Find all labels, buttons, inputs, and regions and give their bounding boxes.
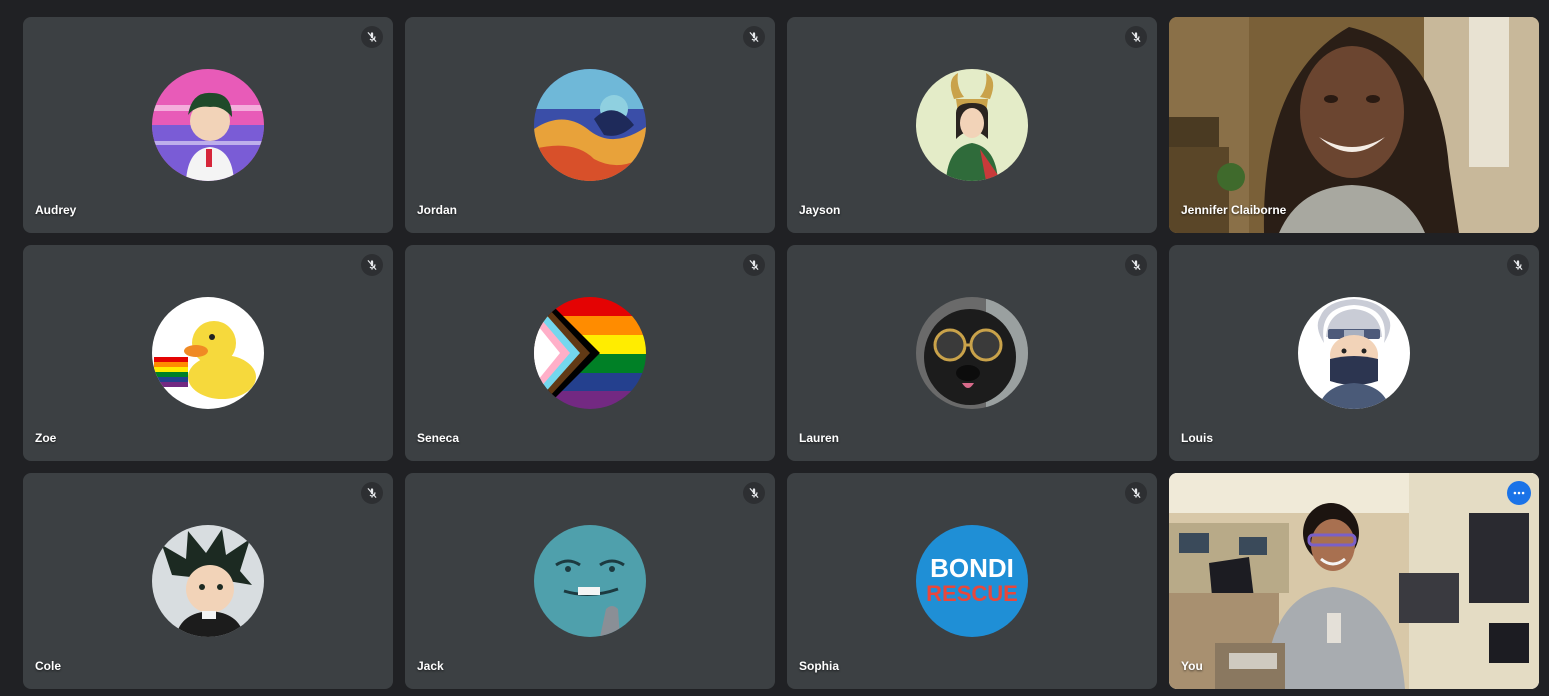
mic-off-icon xyxy=(361,482,383,504)
avatar xyxy=(152,69,264,181)
more-options-button[interactable] xyxy=(1507,481,1531,505)
more-horiz-icon xyxy=(1513,491,1525,495)
mic-off-icon xyxy=(361,26,383,48)
participant-name: Audrey xyxy=(35,203,77,217)
avatar xyxy=(534,69,646,181)
avatar xyxy=(152,297,264,409)
participant-tile-cole[interactable]: Cole xyxy=(23,473,393,689)
participant-name: You xyxy=(1181,659,1203,673)
participant-grid: Audrey Jordan Jayson Jennifer Claiborne … xyxy=(0,0,1549,696)
camera-feed xyxy=(1169,17,1539,233)
mic-off-icon xyxy=(743,254,765,276)
participant-tile-jayson[interactable]: Jayson xyxy=(787,17,1157,233)
mic-off-icon xyxy=(743,26,765,48)
avatar: BONDI RESCUE xyxy=(916,525,1028,637)
avatar xyxy=(1298,297,1410,409)
mic-off-icon xyxy=(1125,482,1147,504)
participant-tile-audrey[interactable]: Audrey xyxy=(23,17,393,233)
participant-name: Jack xyxy=(417,659,444,673)
mic-off-icon xyxy=(1125,254,1147,276)
mic-off-icon xyxy=(361,254,383,276)
mic-off-icon xyxy=(1507,254,1529,276)
participant-name: Jayson xyxy=(799,203,841,217)
participant-name: Jordan xyxy=(417,203,458,217)
participant-tile-seneca[interactable]: Seneca xyxy=(405,245,775,461)
participant-tile-lauren[interactable]: Lauren xyxy=(787,245,1157,461)
participant-tile-jennifer-claiborne[interactable]: Jennifer Claiborne xyxy=(1169,17,1539,233)
participant-tile-jack[interactable]: Jack xyxy=(405,473,775,689)
participant-name: Lauren xyxy=(799,431,840,445)
avatar xyxy=(152,525,264,637)
participant-name: Zoe xyxy=(35,431,57,445)
participant-tile-jordan[interactable]: Jordan xyxy=(405,17,775,233)
mic-off-icon xyxy=(1125,26,1147,48)
participant-name: Seneca xyxy=(417,431,460,445)
avatar xyxy=(534,525,646,637)
participant-name: Cole xyxy=(35,659,62,673)
participant-tile-zoe[interactable]: Zoe xyxy=(23,245,393,461)
participant-tile-self[interactable]: You xyxy=(1169,473,1539,689)
participant-name: Jennifer Claiborne xyxy=(1181,203,1287,217)
avatar xyxy=(534,297,646,409)
participant-name: Sophia xyxy=(799,659,840,673)
camera-feed xyxy=(1169,473,1539,689)
avatar xyxy=(916,69,1028,181)
avatar xyxy=(916,297,1028,409)
participant-tile-sophia[interactable]: BONDI RESCUE Sophia xyxy=(787,473,1157,689)
avatar-text-rescue: RESCUE xyxy=(926,581,1018,606)
avatar-text-bondi: BONDI xyxy=(930,553,1014,583)
participant-name: Louis xyxy=(1181,431,1213,445)
participant-tile-louis[interactable]: Louis xyxy=(1169,245,1539,461)
mic-off-icon xyxy=(743,482,765,504)
